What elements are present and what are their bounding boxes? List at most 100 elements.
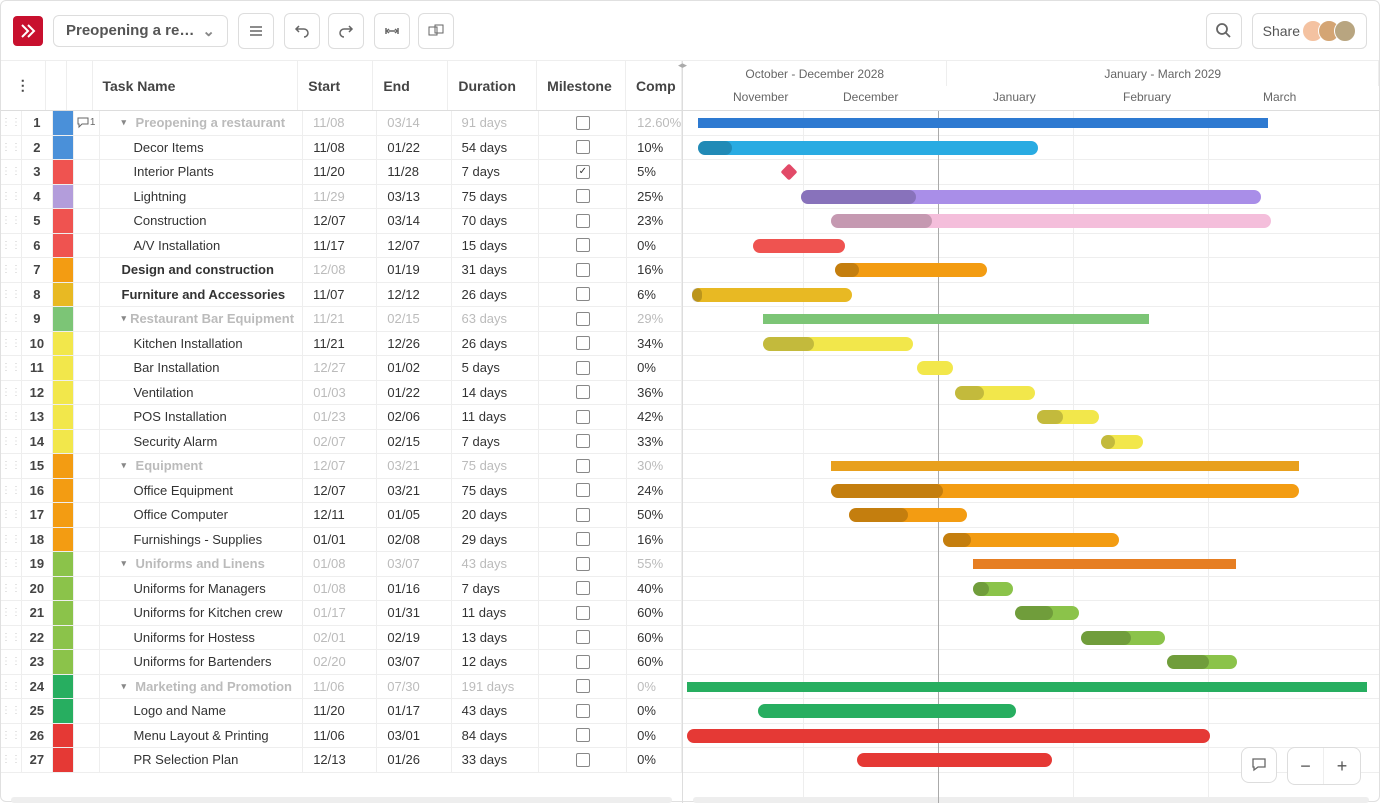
table-row[interactable]: ⋮⋮5Construction12/0703/1470 days23% xyxy=(1,209,682,234)
task-duration[interactable]: 7 days xyxy=(452,430,540,454)
task-milestone[interactable] xyxy=(539,307,627,331)
table-row[interactable]: ⋮⋮7Design and construction12/0801/1931 d… xyxy=(1,258,682,283)
milestone-checkbox[interactable] xyxy=(576,532,590,546)
task-name[interactable]: Construction xyxy=(100,209,304,233)
task-milestone[interactable] xyxy=(539,479,627,503)
col-completion[interactable]: Comp xyxy=(626,61,682,110)
gantt-task-bar[interactable] xyxy=(1167,655,1237,669)
row-comment[interactable] xyxy=(74,332,100,356)
task-start[interactable]: 11/20 xyxy=(303,160,377,184)
row-comment[interactable] xyxy=(74,601,100,625)
task-duration[interactable]: 70 days xyxy=(452,209,540,233)
row-comment[interactable] xyxy=(74,528,100,552)
task-milestone[interactable] xyxy=(539,405,627,429)
task-milestone[interactable] xyxy=(539,356,627,380)
collapse-icon[interactable]: ▾ xyxy=(122,313,127,324)
row-comment[interactable]: 1 xyxy=(74,111,100,135)
task-completion[interactable]: 5% xyxy=(627,160,682,184)
task-milestone[interactable] xyxy=(539,748,627,772)
collapse-icon[interactable]: ▾ xyxy=(122,460,132,471)
drag-handle[interactable]: ⋮⋮ xyxy=(1,601,22,625)
task-completion[interactable]: 29% xyxy=(627,307,682,331)
drag-handle[interactable]: ⋮⋮ xyxy=(1,454,22,478)
drag-handle[interactable]: ⋮⋮ xyxy=(1,209,22,233)
task-milestone[interactable] xyxy=(539,258,627,282)
task-start[interactable]: 12/07 xyxy=(303,454,377,478)
task-completion[interactable]: 0% xyxy=(627,748,682,772)
table-row[interactable]: ⋮⋮12Ventilation01/0301/2214 days36% xyxy=(1,381,682,406)
row-comment[interactable] xyxy=(74,307,100,331)
layout-button[interactable] xyxy=(418,13,454,49)
milestone-checkbox[interactable] xyxy=(576,116,590,130)
task-milestone[interactable]: ✓ xyxy=(539,160,627,184)
drag-handle[interactable]: ⋮⋮ xyxy=(1,307,22,331)
table-row[interactable]: ⋮⋮11Bar Installation12/2701/025 days0% xyxy=(1,356,682,381)
table-row[interactable]: ⋮⋮19▾Uniforms and Linens01/0803/0743 day… xyxy=(1,552,682,577)
task-end[interactable]: 03/21 xyxy=(377,479,451,503)
task-duration[interactable]: 29 days xyxy=(452,528,540,552)
drag-handle[interactable]: ⋮⋮ xyxy=(1,675,22,699)
table-row[interactable]: ⋮⋮18Furnishings - Supplies01/0102/0829 d… xyxy=(1,528,682,553)
task-end[interactable]: 03/13 xyxy=(377,185,451,209)
gantt-task-bar[interactable] xyxy=(1015,606,1079,620)
milestone-checkbox[interactable] xyxy=(576,655,590,669)
task-start[interactable]: 02/07 xyxy=(303,430,377,454)
task-end[interactable]: 01/26 xyxy=(377,748,451,772)
task-completion[interactable]: 6% xyxy=(627,283,682,307)
gantt-task-bar[interactable] xyxy=(917,361,953,375)
row-comment[interactable] xyxy=(74,724,100,748)
gantt-task-bar[interactable] xyxy=(758,704,1016,718)
row-comment[interactable] xyxy=(74,454,100,478)
task-completion[interactable]: 10% xyxy=(627,136,682,160)
row-comment[interactable] xyxy=(74,675,100,699)
gantt-row[interactable] xyxy=(683,601,1379,626)
gantt-summary-bar[interactable] xyxy=(973,559,1236,569)
task-milestone[interactable] xyxy=(539,626,627,650)
task-start[interactable]: 12/07 xyxy=(303,209,377,233)
table-row[interactable]: ⋮⋮10Kitchen Installation11/2112/2626 day… xyxy=(1,332,682,357)
milestone-checkbox[interactable] xyxy=(576,214,590,228)
task-end[interactable]: 12/26 xyxy=(377,332,451,356)
task-milestone[interactable] xyxy=(539,136,627,160)
collapse-icon[interactable]: ▾ xyxy=(122,117,132,128)
row-comment[interactable] xyxy=(74,283,100,307)
task-end[interactable]: 01/02 xyxy=(377,356,451,380)
drag-handle[interactable]: ⋮⋮ xyxy=(1,185,22,209)
task-completion[interactable]: 33% xyxy=(627,430,682,454)
drag-handle[interactable]: ⋮⋮ xyxy=(1,724,22,748)
gantt-task-bar[interactable] xyxy=(943,533,1119,547)
task-start[interactable]: 11/08 xyxy=(303,111,377,135)
row-comment[interactable] xyxy=(74,160,100,184)
milestone-checkbox[interactable] xyxy=(576,679,590,693)
task-end[interactable]: 02/15 xyxy=(377,430,451,454)
drag-handle[interactable]: ⋮⋮ xyxy=(1,430,22,454)
drag-handle[interactable]: ⋮⋮ xyxy=(1,552,22,576)
table-row[interactable]: ⋮⋮24▾Marketing and Promotion11/0607/3019… xyxy=(1,675,682,700)
task-completion[interactable]: 60% xyxy=(627,650,682,674)
table-row[interactable]: ⋮⋮13POS Installation01/2302/0611 days42% xyxy=(1,405,682,430)
task-start[interactable]: 01/03 xyxy=(303,381,377,405)
task-name[interactable]: Ventilation xyxy=(100,381,304,405)
task-name[interactable]: A/V Installation xyxy=(100,234,304,258)
milestone-checkbox[interactable] xyxy=(576,238,590,252)
task-milestone[interactable] xyxy=(539,234,627,258)
drag-handle[interactable]: ⋮⋮ xyxy=(1,332,22,356)
task-start[interactable]: 11/06 xyxy=(303,675,377,699)
task-milestone[interactable] xyxy=(539,332,627,356)
gantt-task-bar[interactable] xyxy=(1101,435,1143,449)
task-name[interactable]: ▾Uniforms and Linens xyxy=(100,552,303,576)
gantt-row[interactable] xyxy=(683,650,1379,675)
milestone-checkbox[interactable] xyxy=(576,483,590,497)
row-comment[interactable] xyxy=(74,577,100,601)
table-row[interactable]: ⋮⋮6A/V Installation11/1712/0715 days0% xyxy=(1,234,682,259)
task-completion[interactable]: 16% xyxy=(627,528,682,552)
gantt-row[interactable] xyxy=(683,699,1379,724)
gantt-row[interactable] xyxy=(683,528,1379,553)
task-name[interactable]: Uniforms for Managers xyxy=(100,577,304,601)
milestone-checkbox[interactable] xyxy=(576,434,590,448)
drag-handle[interactable]: ⋮⋮ xyxy=(1,577,22,601)
task-end[interactable]: 12/12 xyxy=(377,283,451,307)
task-start[interactable]: 11/21 xyxy=(303,307,377,331)
task-end[interactable]: 03/14 xyxy=(377,111,451,135)
table-row[interactable]: ⋮⋮23Uniforms for Bartenders02/2003/0712 … xyxy=(1,650,682,675)
